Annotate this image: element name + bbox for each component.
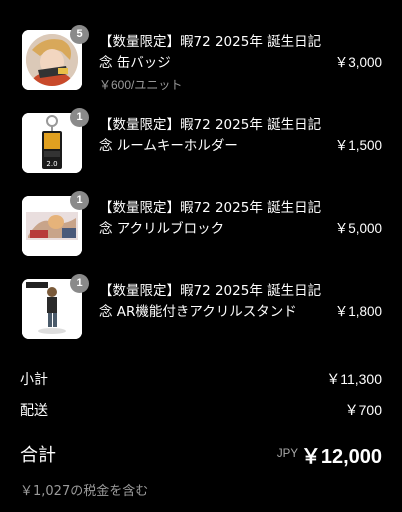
cart-item: 5 【数量限定】暇72 2025年 誕生日記念 缶バッジ ￥600/ユニット ￥… [0,25,402,96]
quantity-badge: 5 [70,25,89,44]
quantity-badge: 1 [70,191,89,210]
subtotal-label: 小計 [20,371,48,387]
shipping-row: 配送 ￥700 [0,400,402,420]
keyholder-number: 2.0 [46,160,57,168]
item-title: 【数量限定】暇72 2025年 誕生日記念 AR機能付きアクリルスタンド [99,283,322,320]
item-price: ￥5,000 [334,221,382,236]
subtotal-row: 小計 ￥11,300 [0,369,402,389]
unit-price: ￥600/ユニット [99,78,183,92]
quantity-badge: 1 [70,274,89,293]
cart-item: 2.0 1 【数量限定】暇72 2025年 誕生日記念 ルームキーホルダー ￥1… [0,108,402,179]
tax-note: ￥1,027の税金を含む [20,484,149,499]
shipping-value: ￥700 [344,402,382,418]
shipping-label: 配送 [20,402,48,418]
total-label: 合計 [20,445,56,466]
item-title: 【数量限定】暇72 2025年 誕生日記念 ルームキーホルダー [99,117,322,154]
cart-item: 1 【数量限定】暇72 2025年 誕生日記念 AR機能付きアクリルスタンド ￥… [0,274,402,345]
currency-code: JPY [276,448,298,460]
item-price: ￥1,500 [334,138,382,153]
item-price: ￥1,800 [334,304,382,319]
item-title: 【数量限定】暇72 2025年 誕生日記念 アクリルブロック [99,200,322,237]
item-price: ￥3,000 [334,55,382,70]
cart-item: 1 【数量限定】暇72 2025年 誕生日記念 アクリルブロック ￥5,000 [0,191,402,262]
total-value: ￥12,000 [300,446,382,468]
item-title: 【数量限定】暇72 2025年 誕生日記念 缶バッジ [99,34,322,71]
subtotal-value: ￥11,300 [326,371,382,387]
quantity-badge: 1 [70,108,89,127]
